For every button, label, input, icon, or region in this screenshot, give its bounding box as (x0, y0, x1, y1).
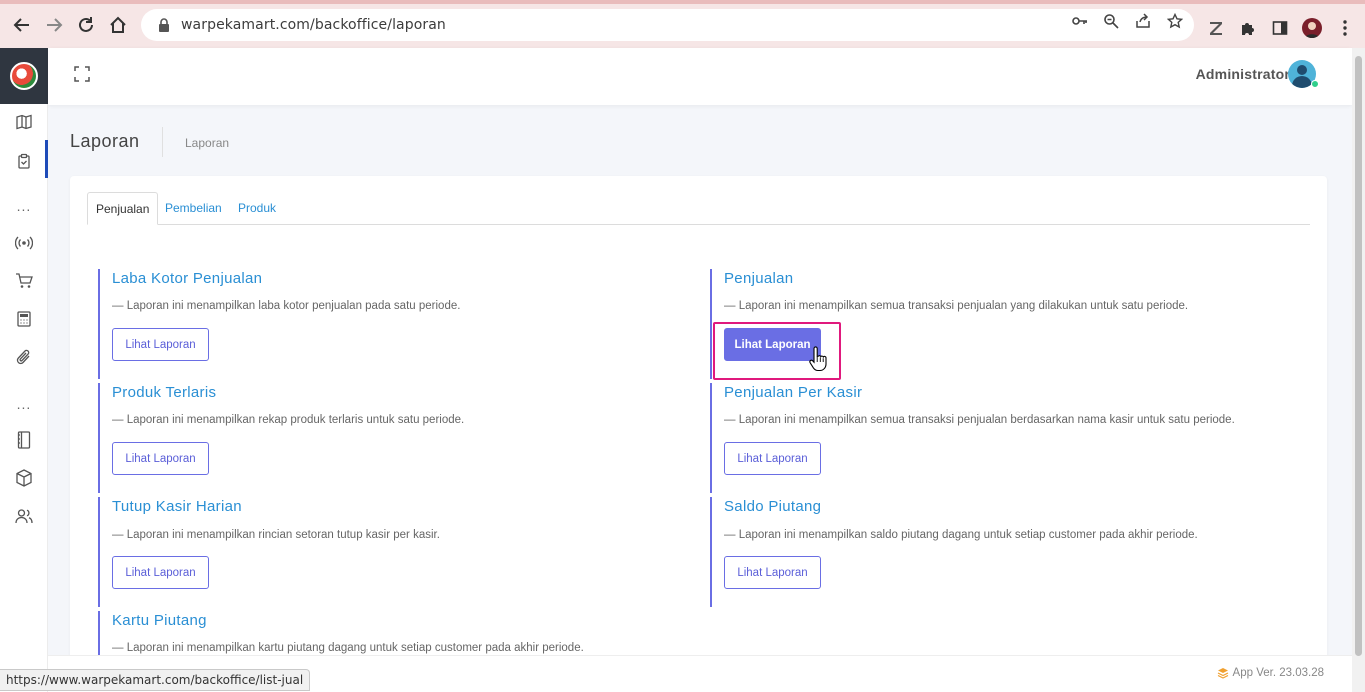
tab-produk[interactable]: Produk (230, 192, 284, 225)
sidebar-section-dots-2: ... (16, 396, 32, 412)
page-title: Laporan (70, 131, 140, 151)
back-arrow-icon[interactable] (11, 14, 33, 36)
bookmark-star-icon[interactable] (1167, 13, 1183, 29)
tab-pembelian[interactable]: Pembelian (157, 192, 230, 225)
address-bar[interactable]: warpekamart.com/backoffice/laporan (141, 9, 1194, 41)
app-version-text: App Ver. 23.03.28 (1232, 667, 1324, 679)
tab-penjualan[interactable]: Penjualan (87, 192, 159, 225)
report-description: — Laporan ini menampilkan laba kotor pen… (112, 300, 461, 312)
home-icon[interactable] (107, 14, 129, 36)
puzzle-extension-icon[interactable] (1239, 19, 1257, 37)
paperclip-icon[interactable] (14, 347, 34, 367)
report-tabs: Penjualan Pembelian Produk (87, 192, 1310, 225)
status-bar-url: https://www.warpekamart.com/backoffice/l… (0, 669, 311, 691)
shopping-cart-icon[interactable] (14, 271, 34, 291)
report-title[interactable]: Produk Terlaris (112, 384, 698, 401)
view-report-button[interactable]: Lihat Laporan (112, 328, 209, 361)
dashboard-icon[interactable] (14, 112, 34, 132)
layers-icon (1217, 668, 1228, 679)
report-description: — Laporan ini menampilkan semua transaks… (724, 300, 1189, 312)
view-report-button[interactable]: Lihat Laporan (724, 556, 821, 589)
report-description: — Laporan ini menampilkan rincian setora… (112, 529, 440, 541)
zoom-icon[interactable] (1103, 13, 1119, 29)
app-version: App Ver. 23.03.28 (1217, 667, 1324, 679)
top-header: Administrator (48, 48, 1352, 105)
share-icon[interactable] (1135, 13, 1151, 29)
calculator-icon[interactable] (14, 309, 34, 329)
report-item-laba-kotor: Laba Kotor Penjualan — Laporan ini menam… (98, 269, 698, 379)
reload-icon[interactable] (75, 14, 97, 36)
view-report-button[interactable]: Lihat Laporan (112, 442, 209, 475)
users-icon[interactable] (14, 506, 34, 526)
forward-arrow-icon[interactable] (43, 14, 65, 36)
report-item-produk-terlaris: Produk Terlaris — Laporan ini menampilka… (98, 383, 698, 493)
scrollbar-thumb[interactable] (1355, 56, 1362, 656)
report-title[interactable]: Penjualan Per Kasir (724, 384, 1310, 401)
zotero-extension-icon[interactable] (1207, 19, 1225, 37)
report-title[interactable]: Kartu Piutang (112, 612, 698, 629)
breadcrumb: Laporan (185, 136, 230, 150)
report-title[interactable]: Laba Kotor Penjualan (112, 270, 698, 287)
report-description: — Laporan ini menampilkan saldo piutang … (724, 529, 1198, 541)
view-report-button[interactable]: Lihat Laporan (112, 556, 209, 589)
title-divider (162, 127, 163, 157)
browser-toolbar: warpekamart.com/backoffice/laporan (0, 0, 1365, 48)
url-text: warpekamart.com/backoffice/laporan (181, 17, 446, 33)
key-icon[interactable] (1072, 13, 1088, 29)
fullscreen-icon[interactable] (74, 66, 90, 82)
report-description: — Laporan ini menampilkan rekap produk t… (112, 414, 465, 426)
side-panel-icon[interactable] (1271, 19, 1289, 37)
report-title[interactable]: Tutup Kasir Harian (112, 498, 698, 515)
hand-cursor-icon (809, 346, 827, 372)
report-item-kartu-piutang: Kartu Piutang — Laporan ini menampilkan … (98, 611, 698, 655)
sidebar: ... ... (0, 48, 48, 692)
broadcast-icon[interactable] (14, 233, 34, 253)
sidebar-active-indicator (45, 140, 48, 178)
browser-menu-icon[interactable] (1336, 19, 1354, 37)
report-description: — Laporan ini menampilkan kartu piutang … (112, 642, 584, 654)
user-name[interactable]: Administrator (1196, 66, 1290, 82)
sidebar-section-dots: ... (16, 198, 32, 214)
report-title[interactable]: Penjualan (724, 270, 1310, 287)
page-scrollbar[interactable] (1352, 48, 1365, 692)
clipboard-report-icon[interactable] (14, 151, 34, 171)
brand-logo (10, 62, 38, 90)
report-item-saldo-piutang: Saldo Piutang — Laporan ini menampilkan … (710, 497, 1310, 607)
report-item-penjualan-per-kasir: Penjualan Per Kasir — Laporan ini menamp… (710, 383, 1310, 493)
report-item-tutup-kasir-harian: Tutup Kasir Harian — Laporan ini menampi… (98, 497, 698, 607)
profile-avatar-icon[interactable] (1302, 18, 1322, 38)
report-description: — Laporan ini menampilkan semua transaks… (724, 414, 1235, 426)
lock-icon (157, 18, 171, 32)
online-status-dot (1311, 80, 1319, 88)
report-title[interactable]: Saldo Piutang (724, 498, 1310, 515)
view-report-button[interactable]: Lihat Laporan (724, 442, 821, 475)
package-box-icon[interactable] (14, 468, 34, 488)
notebook-icon[interactable] (14, 430, 34, 450)
sidebar-logo[interactable] (0, 48, 48, 104)
